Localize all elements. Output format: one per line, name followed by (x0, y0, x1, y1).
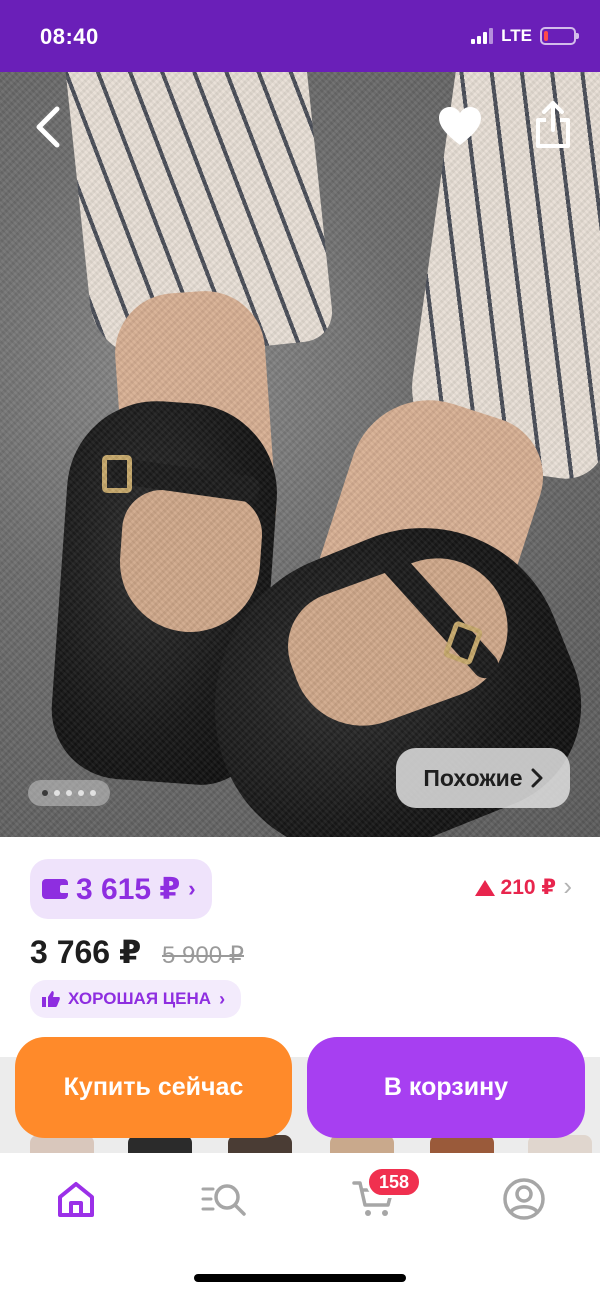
back-button[interactable] (26, 102, 70, 152)
home-icon (58, 1182, 94, 1217)
chevron-right-icon: › (219, 988, 226, 1009)
similar-label: Похожие (423, 764, 523, 791)
gallery-dot (66, 790, 72, 796)
tab-catalog[interactable] (200, 1175, 248, 1223)
add-to-cart-button[interactable]: В корзину (307, 1037, 585, 1138)
wallet-icon (42, 879, 70, 899)
status-indicators: LTE (471, 26, 579, 46)
gallery-dot (42, 790, 48, 796)
share-icon (536, 101, 570, 148)
wallet-price-value: 3 615 ₽ (76, 872, 181, 906)
good-price-badge[interactable]: ХОРОШАЯ ЦЕНА › (30, 980, 242, 1018)
current-price: 3 766 ₽ (30, 934, 142, 970)
home-indicator (194, 1274, 406, 1282)
status-time: 08:40 (40, 24, 99, 49)
network-label: LTE (501, 26, 532, 45)
chevron-left-icon (36, 106, 60, 148)
arrow-up-icon (474, 879, 495, 896)
catalog-search-icon (201, 1184, 246, 1216)
gallery-indicator (28, 780, 110, 806)
profile-icon (503, 1178, 545, 1220)
tab-home[interactable] (52, 1175, 100, 1223)
cart-count-badge: 158 (366, 1166, 423, 1198)
old-price: 5 900 ₽ (162, 942, 244, 969)
tab-profile[interactable] (500, 1175, 548, 1223)
wallet-price-button[interactable]: 3 615 ₽ › (30, 859, 212, 919)
buy-now-button[interactable]: Купить сейчас (15, 1037, 292, 1138)
price-change[interactable]: 210 ₽ (474, 875, 556, 900)
good-price-label: ХОРОШАЯ ЦЕНА (68, 989, 212, 1008)
chevron-right-icon (531, 768, 543, 788)
thumbs-up-icon (42, 991, 60, 1007)
share-button[interactable] (530, 98, 576, 152)
favorite-button[interactable] (436, 102, 484, 150)
status-bar: 08:40 LTE (0, 0, 600, 72)
battery-level (544, 31, 548, 41)
chevron-right-icon: › (188, 876, 196, 901)
heart-icon (439, 107, 481, 145)
product-image[interactable] (0, 72, 600, 837)
chevron-right-icon[interactable]: › (563, 871, 572, 902)
gallery-dot (54, 790, 60, 796)
price-change-value: 210 ₽ (500, 876, 556, 899)
gallery-dot (78, 790, 84, 796)
battery-icon (540, 27, 579, 45)
similar-button[interactable]: Похожие (396, 748, 570, 808)
signal-icon (471, 28, 494, 44)
price-panel: 3 615 ₽ › 210 ₽ › 3 766 ₽ 5 900 ₽ ХОРОША… (0, 837, 600, 1057)
gallery-dot (90, 790, 96, 796)
